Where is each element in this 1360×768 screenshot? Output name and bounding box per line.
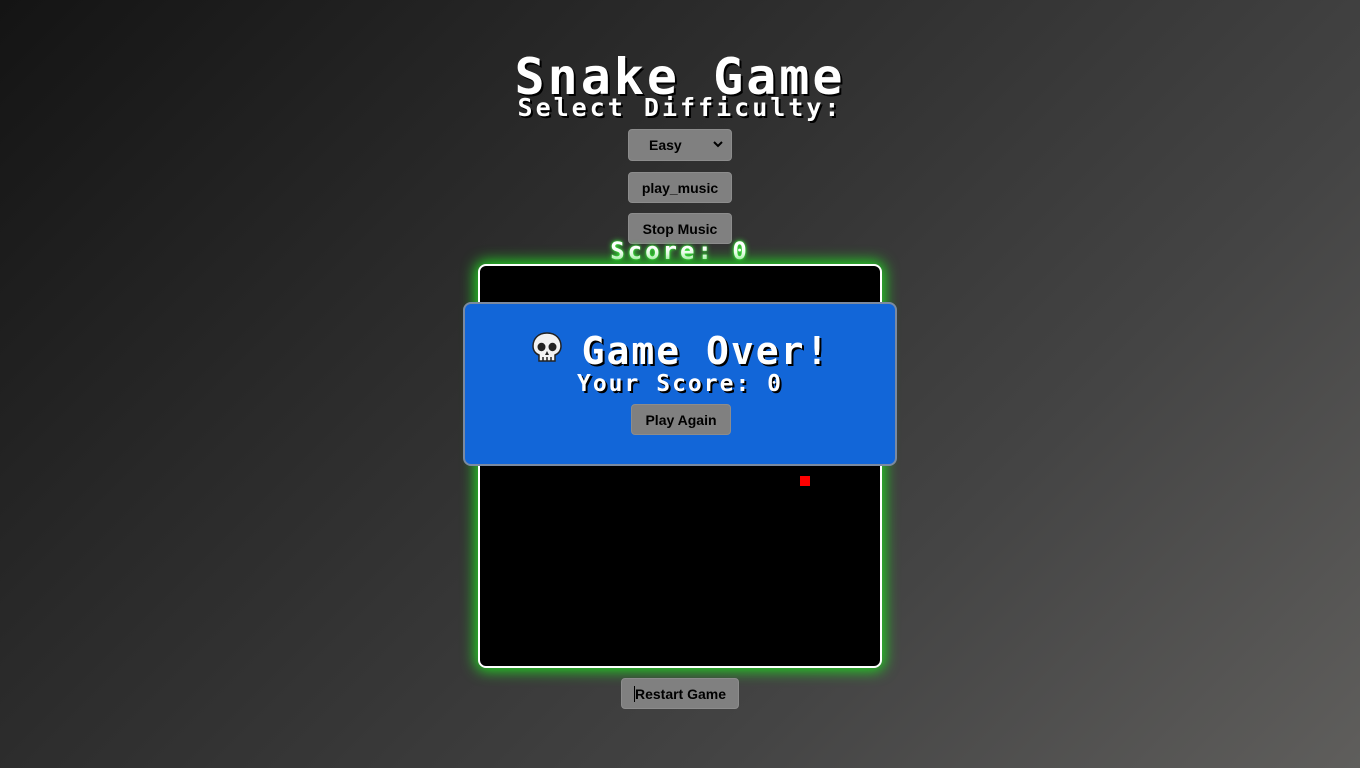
food-square: [800, 476, 810, 486]
game-over-dialog: Game Over! Your Score: 0 Play Again: [463, 302, 897, 466]
restart-game-label: Restart Game: [634, 685, 727, 702]
difficulty-select[interactable]: Easy: [628, 129, 732, 161]
final-score: Your Score: 0: [576, 371, 783, 397]
play-again-button[interactable]: Play Again: [631, 404, 731, 435]
play-music-button[interactable]: play_music: [628, 172, 732, 203]
chevron-down-icon: [713, 140, 723, 151]
skull-icon: [530, 329, 564, 375]
difficulty-selected-value: Easy: [649, 137, 682, 153]
difficulty-heading: Select Difficulty:: [517, 93, 843, 122]
game-over-title: Game Over!: [581, 329, 831, 373]
score-display: Score: 0: [610, 237, 750, 265]
restart-game-button[interactable]: Restart Game: [621, 678, 739, 709]
